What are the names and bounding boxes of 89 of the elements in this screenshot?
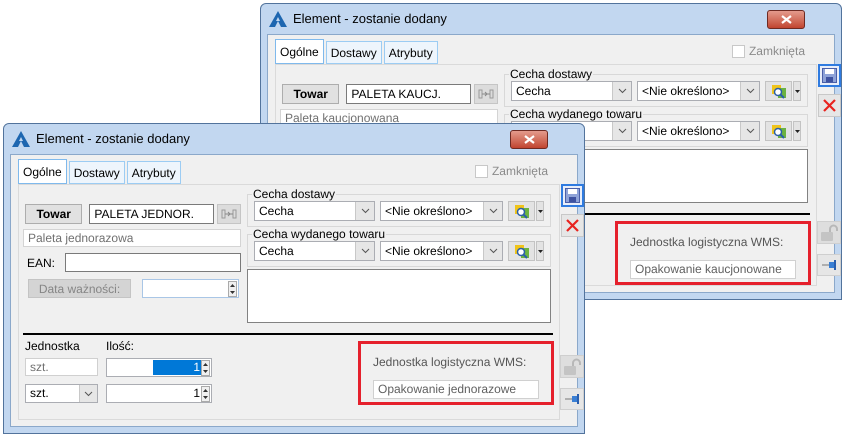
chevron-icon	[618, 88, 626, 94]
wms-field[interactable]: Opakowanie jednorazowe	[373, 380, 539, 399]
dropdown[interactable]: Cecha	[254, 241, 375, 261]
group-title: Cecha wydanego towaru	[252, 227, 386, 241]
lookup-button[interactable]	[765, 81, 792, 101]
pin-button[interactable]	[560, 388, 584, 410]
dropdown[interactable]: <Nie określono>	[637, 121, 760, 141]
ean-label: EAN:	[27, 254, 56, 272]
tab[interactable]: Ogólne	[275, 39, 324, 64]
caret-icon	[794, 130, 800, 132]
folder-search-icon	[514, 243, 530, 259]
lookup-button[interactable]	[508, 241, 535, 261]
save-button[interactable]	[818, 64, 840, 87]
lookup-button[interactable]	[765, 121, 792, 141]
cross-icon	[564, 218, 580, 233]
checkbox[interactable]	[732, 44, 745, 58]
unit-dropdown[interactable]: szt.	[25, 384, 98, 403]
dropdown[interactable]: Cecha	[511, 81, 632, 101]
wms-field[interactable]: Opakowanie kaucjonowane	[630, 260, 796, 279]
padlock-icon	[563, 358, 581, 376]
app-logo-icon	[269, 11, 287, 27]
group-title: Cecha dostawy	[252, 187, 336, 201]
dropdown[interactable]: <Nie określono>	[637, 81, 760, 101]
folder-search-icon	[770, 83, 786, 99]
dropdown[interactable]: <Nie określono>	[380, 201, 503, 221]
dropdown-arrow-button[interactable]	[536, 241, 544, 261]
chevron-icon	[84, 390, 93, 396]
pin-icon	[564, 393, 580, 405]
tab[interactable]: Dostawy	[68, 161, 125, 184]
save-button[interactable]	[560, 184, 584, 207]
item-button[interactable]: Towar	[282, 84, 340, 104]
memo-field[interactable]	[247, 269, 551, 323]
quantity-field[interactable]: 1	[106, 358, 212, 377]
app-logo-icon	[12, 131, 30, 147]
tab[interactable]: Atrybuty	[126, 161, 181, 184]
item-code-field[interactable]: PALETA JEDNOR.	[89, 204, 214, 224]
wms-label: Jednostka logistyczna WMS:	[373, 354, 528, 371]
close-icon	[524, 134, 534, 144]
padlock-icon	[820, 224, 838, 242]
quantity-field[interactable]: 1	[106, 384, 212, 403]
wms-label: Jednostka logistyczna WMS:	[630, 234, 784, 251]
item-button[interactable]: Towar	[25, 204, 82, 224]
group-title: Cecha wydanego towaru	[509, 107, 644, 121]
caret-icon	[538, 250, 542, 252]
link-icon	[478, 89, 494, 99]
chevron-icon	[618, 128, 626, 134]
chevron-icon	[746, 88, 754, 94]
caret-icon	[794, 90, 800, 92]
pin-button[interactable]	[817, 254, 841, 276]
window-title: Element - zostanie dodany	[36, 130, 190, 148]
cancel-button[interactable]	[560, 214, 584, 237]
item-code-field[interactable]: PALETA KAUCJ.	[346, 84, 472, 104]
pin-icon	[821, 259, 837, 271]
dropdown[interactable]: Cecha	[254, 201, 375, 221]
dropdown-arrow-button[interactable]	[793, 81, 801, 101]
dropdown[interactable]: <Nie określono>	[380, 241, 503, 261]
folder-search-icon	[514, 203, 530, 219]
chevron-icon	[746, 128, 754, 134]
tab[interactable]: Ogólne	[18, 159, 67, 184]
date-field[interactable]	[142, 279, 239, 298]
checkbox[interactable]	[474, 164, 488, 178]
spinner-icon[interactable]	[228, 280, 237, 296]
dropdown-arrow-button[interactable]	[536, 201, 544, 221]
quantity-label: Ilość:	[106, 338, 136, 355]
chevron-icon	[360, 208, 370, 214]
tab[interactable]: Atrybuty	[384, 41, 438, 64]
ean-field[interactable]	[65, 253, 241, 272]
spinner-icon[interactable]	[201, 360, 210, 376]
checkbox-label: Zamknięta	[748, 43, 805, 60]
checkbox-label: Zamknięta	[492, 163, 548, 180]
chevron-icon	[360, 248, 370, 254]
close-icon	[780, 14, 792, 24]
item-name-field[interactable]: Paleta jednorazowa	[23, 229, 241, 247]
cross-icon	[822, 98, 836, 113]
chevron-icon	[488, 208, 498, 214]
spinner-icon[interactable]	[201, 386, 210, 402]
close-button[interactable]	[767, 10, 805, 28]
cancel-button[interactable]	[818, 94, 840, 117]
chevron-icon	[488, 248, 498, 254]
lookup-button[interactable]	[508, 201, 535, 221]
unit-field[interactable]: szt.	[25, 358, 98, 376]
close-button[interactable]	[510, 130, 548, 148]
dropdown-arrow-button[interactable]	[793, 121, 801, 141]
unit-label: Jednostka	[25, 338, 81, 355]
link-icon	[221, 209, 238, 219]
tab[interactable]: Dostawy	[326, 41, 382, 64]
window-title: Element - zostanie dodany	[293, 10, 447, 28]
group-title: Cecha dostawy	[509, 67, 594, 81]
folder-search-icon	[770, 123, 786, 139]
